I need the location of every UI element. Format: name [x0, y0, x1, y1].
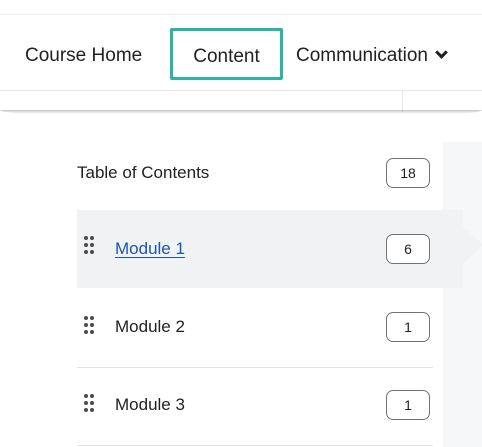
toc-header-row[interactable]: Table of Contents 18 — [77, 142, 443, 220]
navbar-top-border — [0, 14, 482, 15]
nav-content[interactable]: Content — [170, 28, 283, 80]
toc-panel: Table of Contents 18 Module 1 6 Module 2… — [0, 142, 482, 447]
toc-module-link-1[interactable]: Module 1 — [115, 210, 185, 288]
toc-header-label: Table of Contents — [77, 163, 210, 182]
nav-course-home[interactable]: Course Home — [25, 32, 142, 80]
toc-module-row-2[interactable]: Module 2 1 — [77, 290, 443, 368]
toc-module-label-3[interactable]: Module 3 — [115, 368, 185, 446]
navbar-strip-divider — [402, 90, 403, 112]
toc-right-gutter — [443, 142, 482, 447]
toc-module-row-1[interactable]: Module 1 6 — [77, 210, 482, 288]
drag-handle-icon[interactable] — [83, 393, 95, 413]
nav-communication-label: Communication — [296, 45, 428, 66]
drag-handle-icon[interactable] — [83, 235, 95, 255]
toc-module-count-badge-3: 1 — [386, 390, 430, 420]
toc-module-row-3[interactable]: Module 3 1 — [77, 368, 443, 446]
nav-communication-dropdown[interactable]: Communication — [296, 32, 448, 80]
toc-header-count-badge: 18 — [386, 158, 430, 188]
drag-handle-icon[interactable] — [83, 315, 95, 335]
toc-module-count-badge-1: 6 — [386, 234, 430, 264]
selected-row-pointer — [463, 227, 482, 263]
page: Course Home Content Communication Table … — [0, 0, 482, 447]
chevron-down-icon — [435, 46, 448, 59]
navbar-shadow — [0, 110, 482, 114]
course-navbar: Course Home Content Communication — [0, 0, 482, 117]
toc-module-count-badge-2: 1 — [386, 312, 430, 342]
toc-module-label-2[interactable]: Module 2 — [115, 290, 185, 368]
